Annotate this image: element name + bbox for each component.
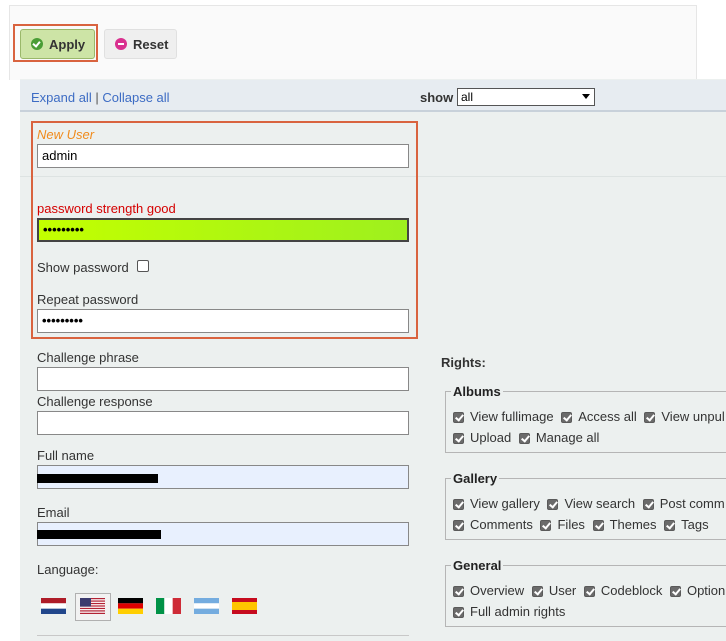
reset-button[interactable]: Reset <box>104 29 177 59</box>
apply-label: Apply <box>49 36 86 52</box>
general-row-1: Overview User Codeblock Option <box>453 583 726 598</box>
right-label: Overview <box>470 583 525 598</box>
redaction-bar <box>37 474 158 483</box>
repeat-password-label: Repeat password <box>37 292 139 307</box>
checkbox[interactable] <box>664 520 676 532</box>
gallery-legend: Gallery <box>451 471 500 486</box>
apply-button[interactable]: Apply <box>20 29 95 59</box>
right-label: Access all <box>578 409 637 424</box>
checkbox[interactable] <box>453 607 464 619</box>
checkbox[interactable] <box>453 412 464 424</box>
right-label: Manage all <box>535 430 600 445</box>
checkbox[interactable] <box>561 412 573 424</box>
de-flag-icon[interactable] <box>118 598 143 614</box>
show-password-label: Show password <box>37 260 129 275</box>
email-label: Email <box>37 505 70 520</box>
password-input[interactable]: ••••••••• <box>37 218 409 242</box>
us-flag-icon[interactable] <box>80 598 105 614</box>
full-name-label: Full name <box>37 448 95 463</box>
checkbox[interactable] <box>540 520 552 532</box>
challenge-response-input[interactable] <box>37 411 409 435</box>
gallery-row-2: Comments Files Themes Tags <box>453 517 713 532</box>
checkbox[interactable] <box>547 499 559 511</box>
albums-legend: Albums <box>451 384 503 399</box>
reset-label: Reset <box>133 36 169 52</box>
checkbox[interactable] <box>642 499 654 511</box>
right-label: Tags <box>681 517 709 532</box>
checkbox[interactable] <box>644 412 656 424</box>
checkbox[interactable] <box>453 586 464 598</box>
check-icon <box>31 38 43 50</box>
albums-row-1: View fullimage Access all View unpul <box>453 409 726 424</box>
repeat-password-value: ••••••••• <box>42 313 83 328</box>
show-label: show <box>420 90 454 105</box>
language-label: Language: <box>37 562 99 577</box>
repeat-password-input[interactable]: ••••••••• <box>37 309 409 333</box>
checkbox[interactable] <box>453 520 464 532</box>
redaction-bar <box>37 530 161 539</box>
password-value: ••••••••• <box>43 222 84 237</box>
checkbox[interactable] <box>518 433 530 445</box>
username-input[interactable]: admin <box>37 144 409 168</box>
checkbox[interactable] <box>453 433 464 445</box>
right-label: View fullimage <box>470 409 554 424</box>
password-strength-label: password strength good <box>37 201 176 216</box>
general-row-2: Full admin rights <box>453 604 569 619</box>
right-label: Full admin rights <box>470 604 566 619</box>
challenge-phrase-label: Challenge phrase <box>37 350 139 365</box>
checkbox[interactable] <box>531 586 543 598</box>
expand-collapse-links: Expand all | Collapse all <box>31 90 170 105</box>
collapse-all-link[interactable]: Collapse all <box>102 90 169 105</box>
it-flag-icon[interactable] <box>156 598 181 614</box>
show-password-checkbox[interactable] <box>137 260 149 272</box>
checkbox[interactable] <box>583 586 595 598</box>
show-select-value: all <box>461 90 474 104</box>
checkbox[interactable] <box>592 520 604 532</box>
right-label: Upload <box>470 430 512 445</box>
right-label: Post comm <box>659 496 725 511</box>
albums-row-2: Upload Manage all <box>453 430 603 445</box>
es-flag-icon[interactable] <box>232 598 257 614</box>
general-legend: General <box>451 558 504 573</box>
rights-label: Rights: <box>441 355 486 370</box>
challenge-response-label: Challenge response <box>37 394 153 409</box>
right-label: Files <box>557 517 585 532</box>
link-separator: | <box>95 90 99 105</box>
right-label: Themes <box>609 517 657 532</box>
minus-icon <box>115 38 127 50</box>
right-label: View search <box>564 496 636 511</box>
new-user-label: New User <box>37 127 95 142</box>
chevron-down-icon <box>582 94 590 99</box>
right-label: Codeblock <box>600 583 663 598</box>
ar-flag-icon[interactable] <box>194 598 219 614</box>
right-label: View gallery <box>470 496 540 511</box>
expand-all-link[interactable]: Expand all <box>31 90 92 105</box>
right-label: User <box>548 583 577 598</box>
right-label: Option <box>686 583 726 598</box>
checkbox[interactable] <box>453 499 464 511</box>
right-label: Comments <box>470 517 533 532</box>
gallery-row-1: View gallery View search Post comm <box>453 496 726 511</box>
checkbox[interactable] <box>669 586 681 598</box>
divider <box>37 635 409 636</box>
nl-flag-icon[interactable] <box>41 598 66 614</box>
right-label: View unpul <box>661 409 725 424</box>
challenge-phrase-input[interactable] <box>37 367 409 391</box>
show-select[interactable]: all <box>457 88 595 106</box>
